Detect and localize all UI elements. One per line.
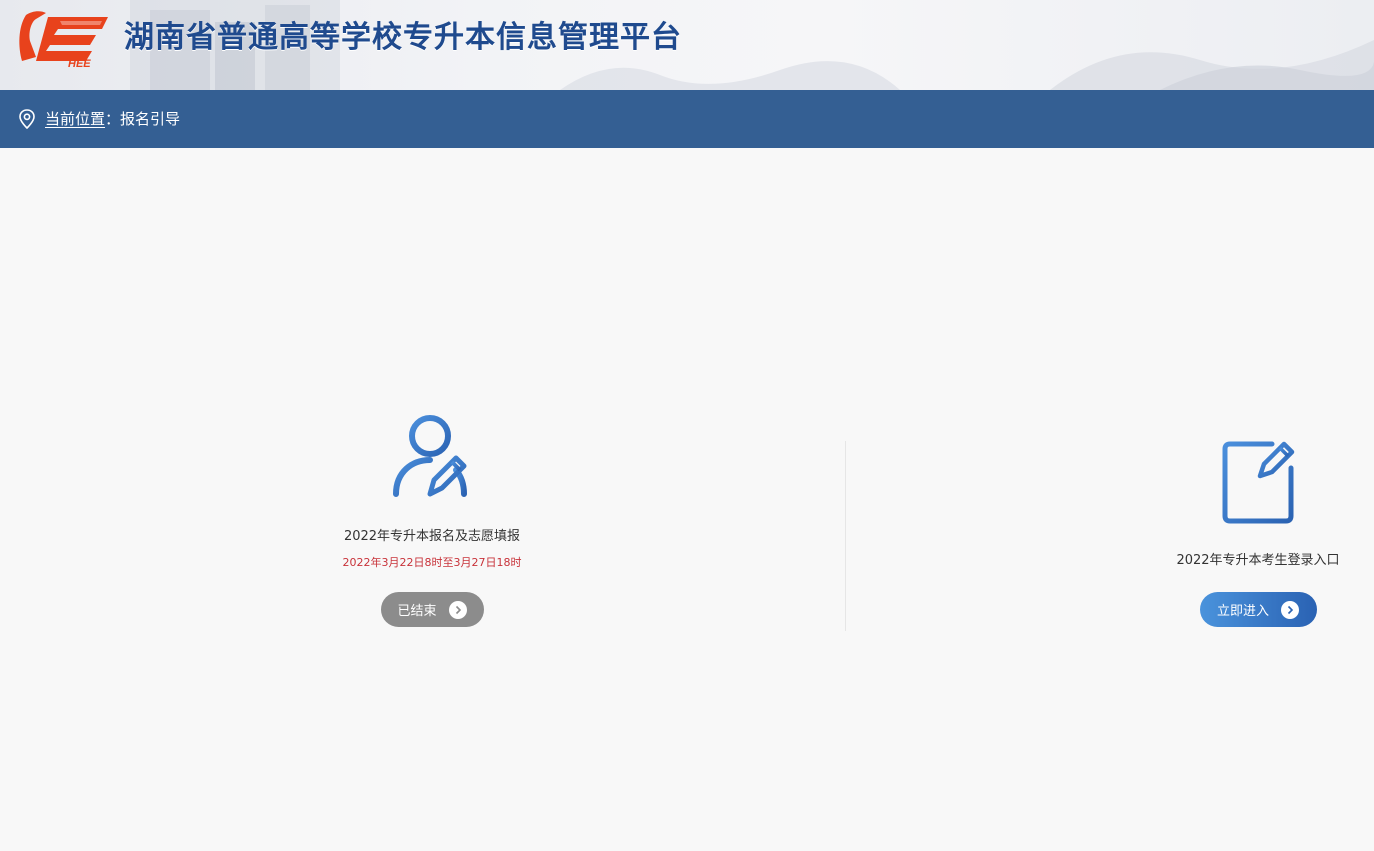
breadcrumb-separator: ：	[105, 110, 121, 128]
site-header: HEE 湖南省普通高等学校专升本信息管理平台	[0, 0, 1374, 90]
enter-now-button[interactable]: 立即进入	[1199, 592, 1317, 627]
site-title: 湖南省普通高等学校专升本信息管理平台	[124, 20, 682, 55]
form-edit-icon	[1222, 441, 1295, 524]
enter-now-button-label: 立即进入	[1216, 604, 1269, 619]
registration-date: 2022年3月22日8时至3月27日18时	[342, 556, 522, 569]
ended-button[interactable]: 已结束	[380, 592, 484, 627]
card-divider	[845, 441, 846, 631]
breadcrumb-current: 报名引导	[120, 110, 181, 128]
login-card: 2022年专升本考生登录入口 立即进入	[1140, 436, 1374, 627]
breadcrumb: 当前位置：报名引导	[45, 108, 180, 130]
chevron-right-icon	[1281, 600, 1299, 619]
breadcrumb-prefix[interactable]: 当前位置	[45, 110, 105, 128]
location-pin-icon	[19, 109, 35, 130]
user-edit-icon	[393, 415, 467, 497]
site-logo: HEE	[18, 7, 110, 70]
registration-title: 2022年专升本报名及志愿填报	[343, 529, 521, 544]
breadcrumb-bar: 当前位置：报名引导	[0, 90, 1374, 148]
login-title: 2022年专升本考生登录入口	[1176, 553, 1340, 568]
logo-text: HEE	[68, 58, 91, 69]
chevron-right-icon	[448, 600, 467, 619]
registration-card: 2022年专升本报名及志愿填报 2022年3月22日8时至3月27日18时 已结…	[282, 410, 582, 627]
ended-button-label: 已结束	[397, 604, 437, 619]
